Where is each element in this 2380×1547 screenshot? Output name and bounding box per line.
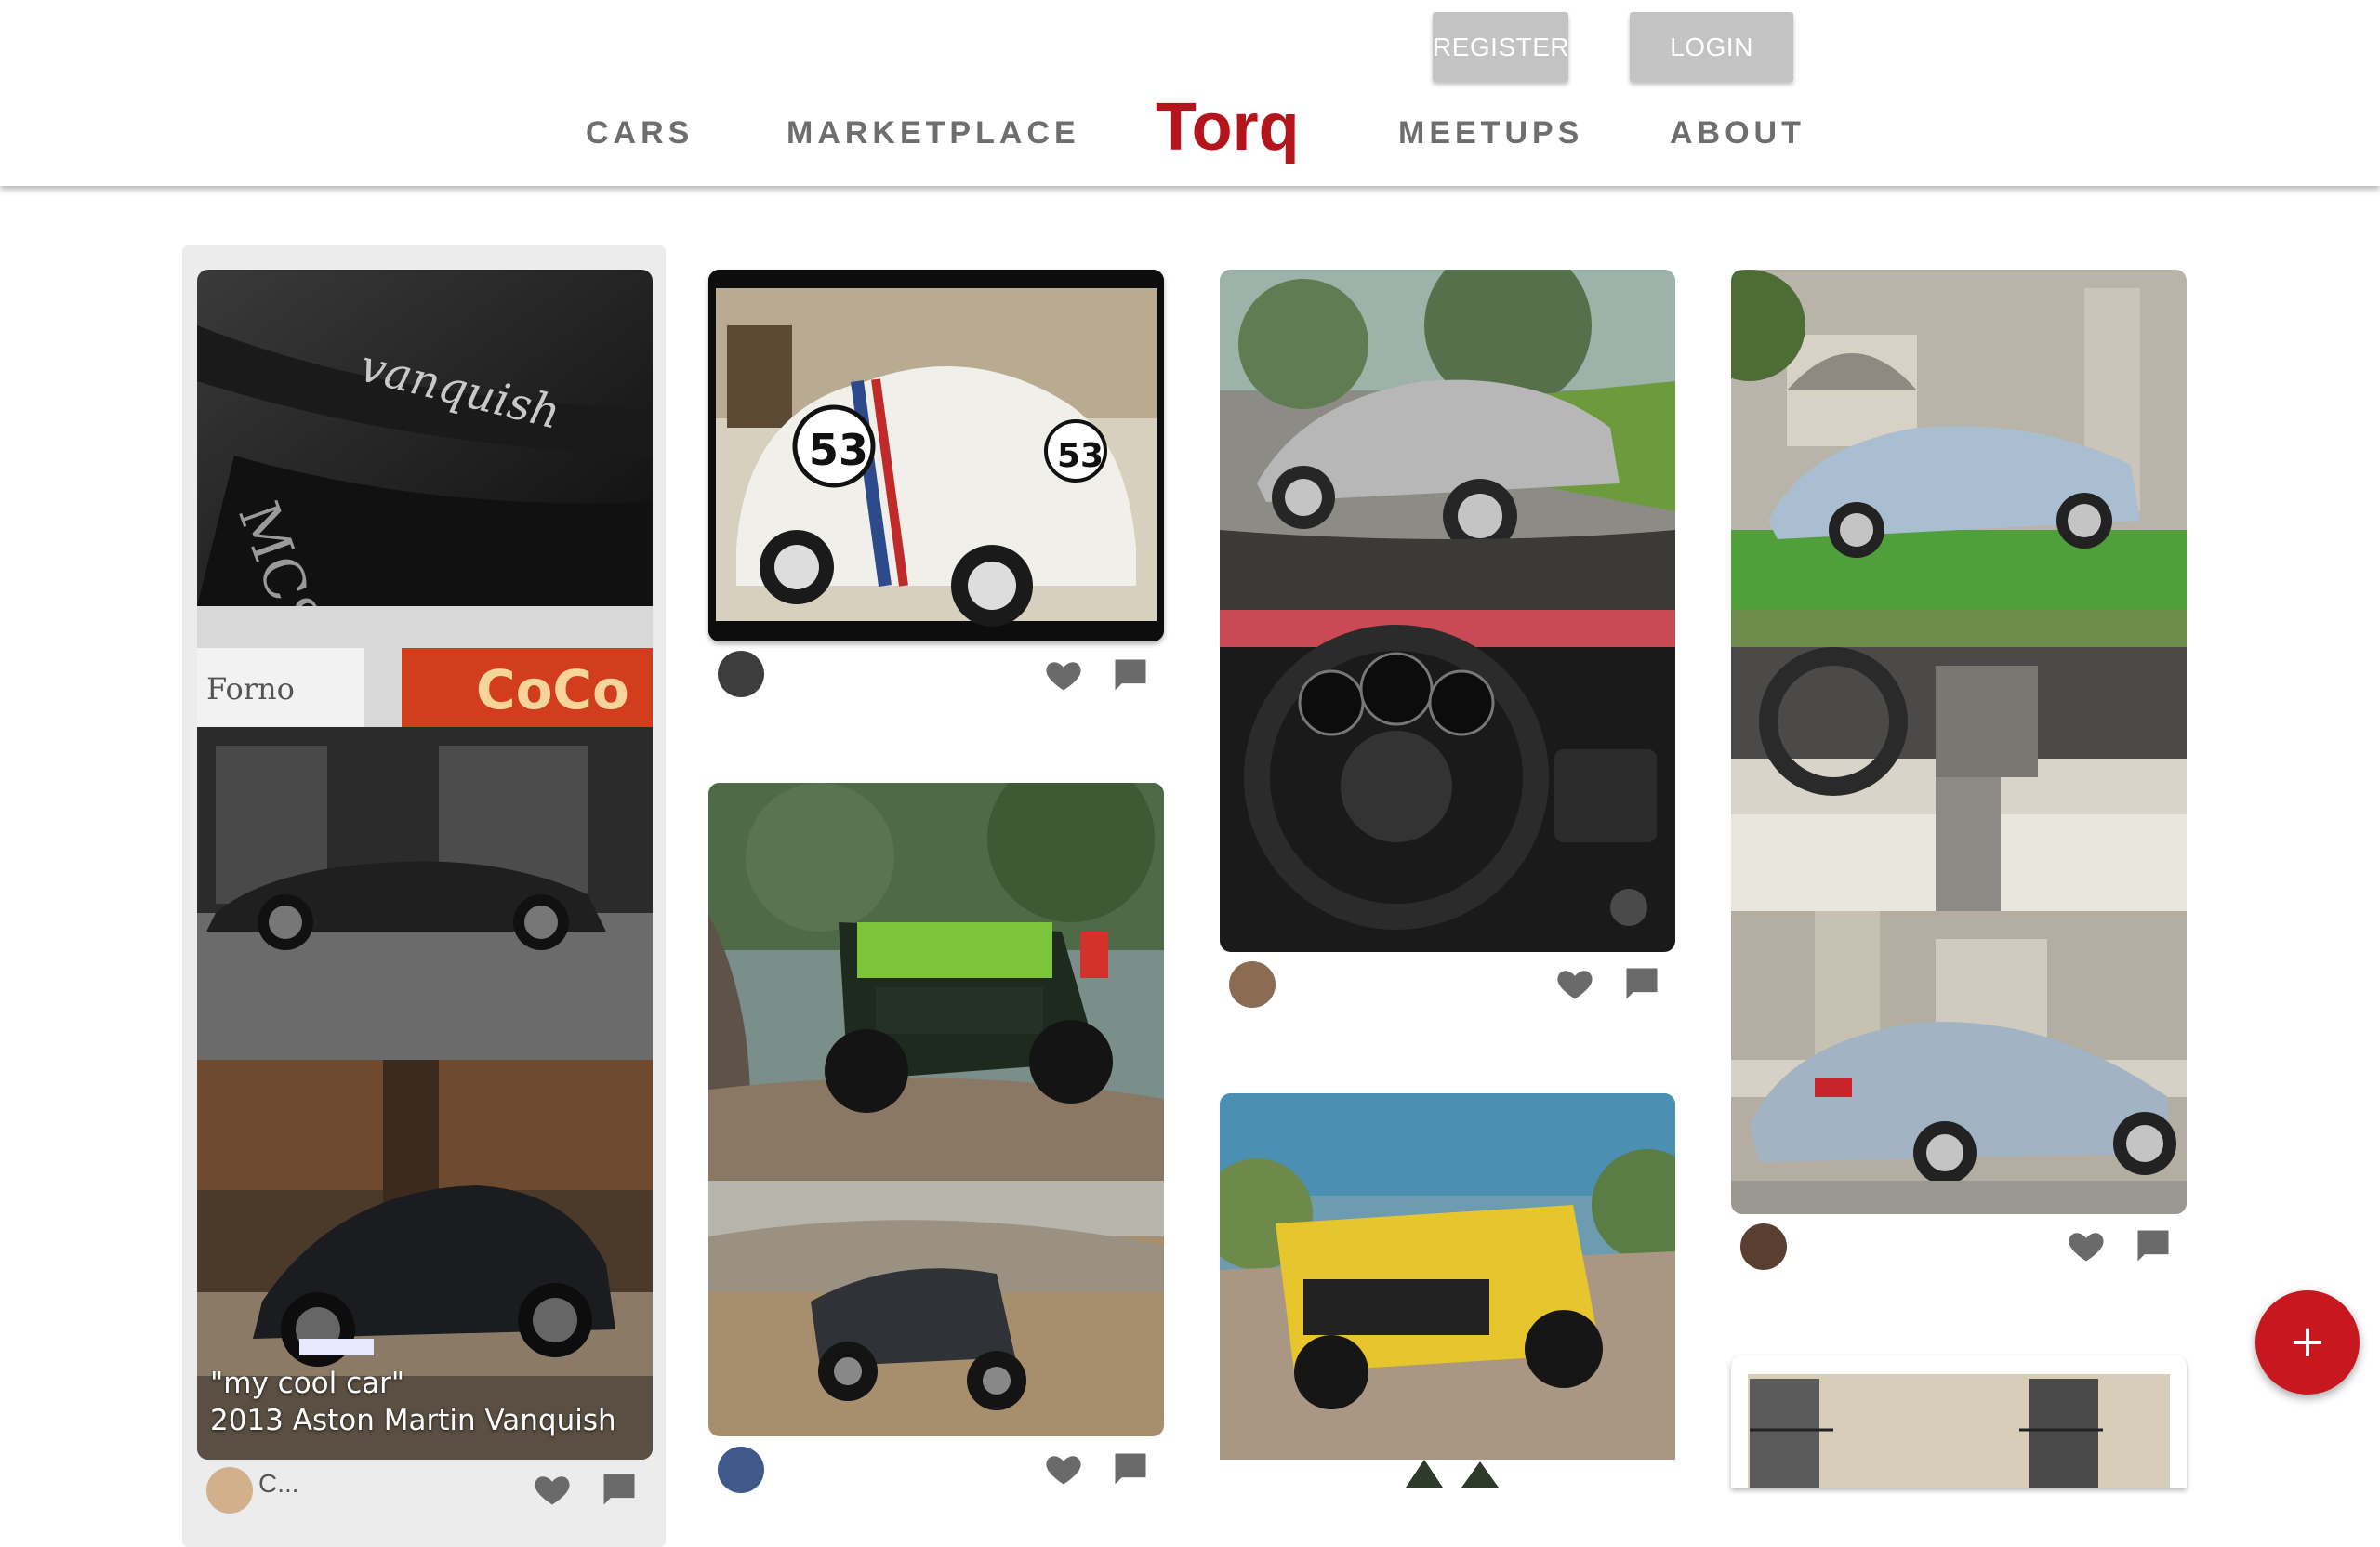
car-photo-herbie-beetle[interactable]: 53 53 [708, 270, 1164, 641]
login-button[interactable]: LOGIN [1630, 12, 1793, 82]
car-photo-hummer-yellow[interactable] [1220, 1093, 1675, 1460]
car-photo-vanquish-badge[interactable]: vanquish MCS [197, 270, 653, 606]
user-avatar[interactable] [1229, 961, 1276, 1008]
svg-text:CoCo: CoCo [476, 658, 629, 721]
comment-icon[interactable] [599, 1469, 640, 1510]
caption-car-name: 2013 Aston Martin Vanquish [210, 1404, 616, 1437]
svg-text:Forno: Forno [206, 671, 295, 707]
heart-icon[interactable] [2066, 1225, 2107, 1266]
heart-icon[interactable] [532, 1469, 573, 1510]
featured-username[interactable]: C... [258, 1469, 299, 1499]
heart-icon[interactable] [1043, 654, 1084, 695]
car-photo-lexus-front[interactable] [1731, 270, 2187, 610]
brand-logo[interactable]: Torq [1156, 89, 1300, 165]
svg-text:53: 53 [1057, 437, 1104, 475]
car-photo-aston-street[interactable]: Forno CoCo [197, 606, 653, 1060]
car-photo-lexus-rear[interactable] [1731, 911, 2187, 1214]
register-button[interactable]: REGISTER [1433, 12, 1569, 82]
car-photo-rx8-interior[interactable] [1220, 610, 1675, 952]
comment-icon[interactable] [2133, 1225, 2174, 1266]
user-avatar[interactable] [718, 651, 764, 697]
nav-marketplace[interactable]: MARKETPLACE [787, 115, 1080, 152]
caption-title: "my cool car" [210, 1367, 405, 1400]
featured-caption: "my cool car" 2013 Aston Martin Vanquish [210, 1365, 616, 1439]
car-photo-tree-preview[interactable] [1220, 1460, 1675, 1488]
comment-icon[interactable] [1110, 1448, 1151, 1489]
comment-icon[interactable] [1110, 654, 1151, 695]
nav-cars[interactable]: CARS [586, 115, 694, 152]
comment-icon[interactable] [1621, 963, 1662, 1004]
svg-text:53: 53 [809, 425, 868, 475]
plus-icon: + [2288, 1316, 2327, 1368]
user-avatar[interactable] [206, 1467, 253, 1514]
heart-icon[interactable] [1554, 963, 1595, 1004]
car-photo-rx8-exterior[interactable] [1220, 270, 1675, 610]
top-header: REGISTER LOGIN CARS MARKETPLACE Torq MEE… [0, 0, 2380, 186]
user-avatar[interactable] [718, 1447, 764, 1493]
user-avatar[interactable] [1740, 1223, 1787, 1270]
car-photo-jeep-hill[interactable] [708, 1181, 1164, 1436]
add-post-button[interactable]: + [2255, 1290, 2360, 1395]
car-photo-lexus-interior[interactable] [1731, 610, 2187, 911]
heart-icon[interactable] [1043, 1448, 1084, 1489]
car-photo-building-preview[interactable] [1731, 1355, 2187, 1488]
nav-about[interactable]: ABOUT [1670, 115, 1805, 152]
car-photo-jeep-rocks[interactable] [708, 783, 1164, 1181]
nav-meetups[interactable]: MEETUPS [1398, 115, 1583, 152]
